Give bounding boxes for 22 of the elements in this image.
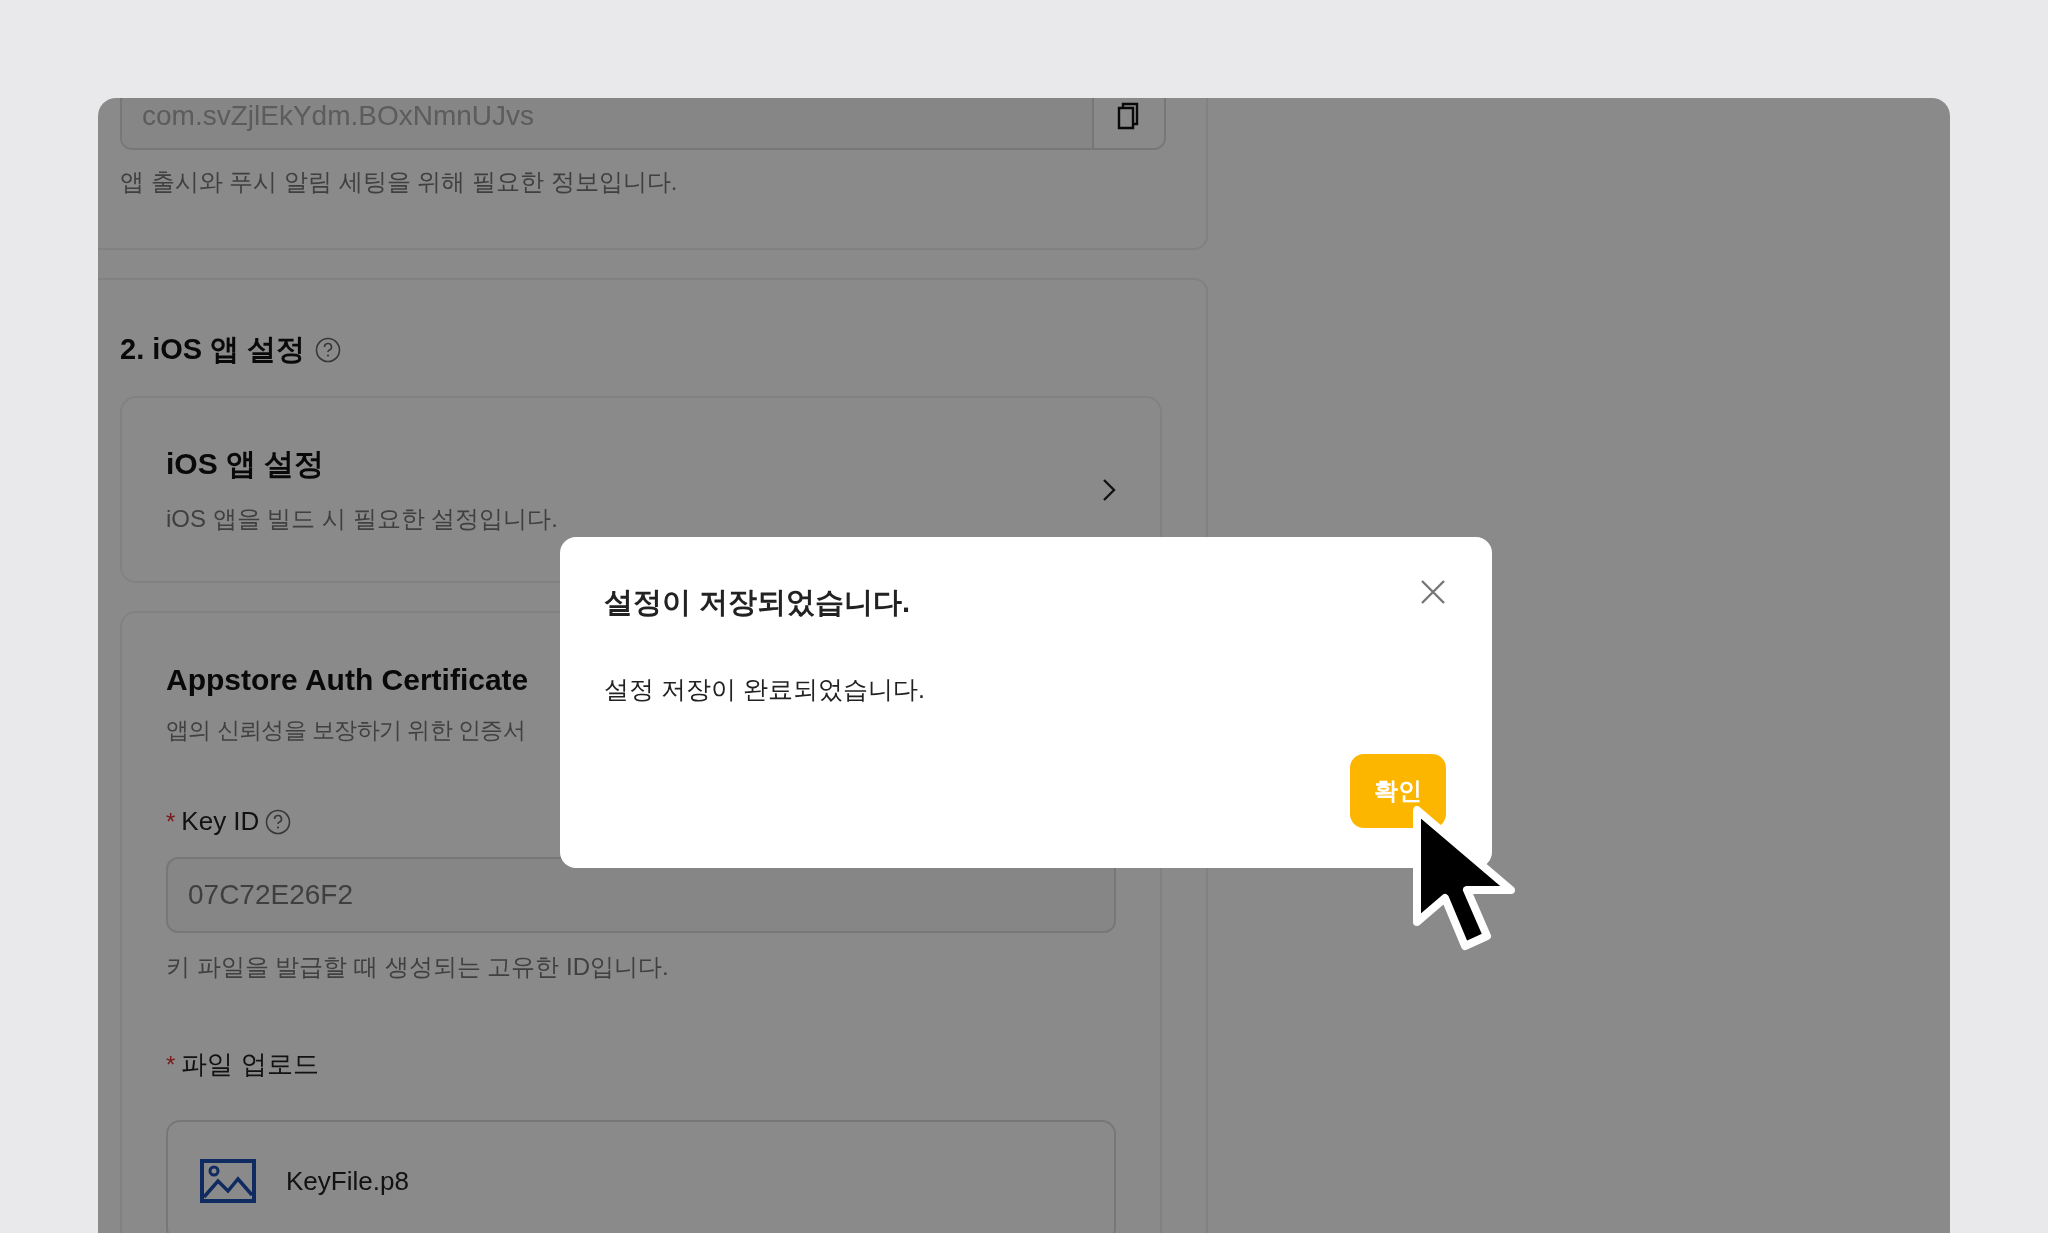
field-label: Key ID: [181, 806, 260, 837]
field-label: 파일 업로드: [181, 1048, 319, 1081]
chevron-right-icon: [1102, 477, 1116, 502]
dialog-message: 설정 저장이 완료되었습니다.: [604, 674, 926, 705]
section-title: 2. iOS 앱 설정: [120, 332, 306, 367]
help-icon[interactable]: [315, 337, 342, 363]
field-help: 키 파일을 발급할 때 생성되는 고유한 ID입니다.: [166, 952, 670, 982]
card-description: iOS 앱을 빌드 시 필요한 설정입니다.: [166, 504, 558, 534]
file-upload-box[interactable]: KeyFile.p8: [166, 1120, 1116, 1233]
card-title: iOS 앱 설정: [166, 446, 325, 482]
copy-button[interactable]: [1092, 98, 1164, 148]
card-title: Appstore Auth Certificate: [166, 663, 529, 697]
required-mark: *: [166, 807, 176, 836]
file-name: KeyFile.p8: [286, 1165, 409, 1197]
help-icon[interactable]: [265, 808, 292, 835]
dialog-title: 설정이 저장되었습니다.: [604, 585, 911, 620]
copy-icon: [1117, 102, 1141, 130]
bundle-id-help: 앱 출시와 푸시 알림 세팅을 위해 필요한 정보입니다.: [120, 167, 679, 197]
card-description: 앱의 신뢰성을 보장하기 위한 인증서: [166, 716, 526, 745]
image-icon: [200, 1159, 256, 1203]
required-mark: *: [166, 1050, 176, 1079]
key-id-field[interactable]: 07C72E26F2: [166, 857, 1116, 933]
